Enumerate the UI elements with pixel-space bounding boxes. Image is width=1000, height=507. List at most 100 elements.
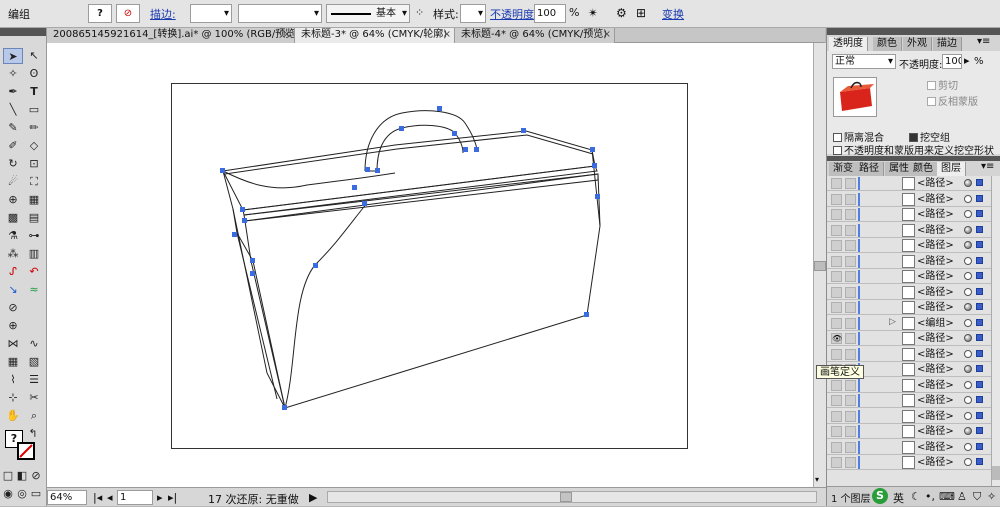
perspective-grid-tool-icon[interactable]: ▦ (24, 192, 44, 208)
tab-stroke[interactable]: 描边 (933, 37, 962, 51)
column-graph-tool-icon[interactable]: ▥ (24, 246, 44, 262)
zoom-field[interactable]: 64% (47, 490, 87, 505)
draw-behind-icon[interactable]: ◎ (15, 486, 29, 502)
crosshair-tool-icon[interactable]: ⊘ (3, 300, 23, 316)
selection-indicator[interactable] (976, 427, 983, 434)
tab-appearance[interactable]: 外观 (903, 37, 932, 51)
selection-indicator[interactable] (976, 365, 983, 372)
target-icon[interactable] (964, 225, 972, 234)
selection-indicator[interactable] (976, 225, 983, 233)
layers-menu-icon[interactable]: ▾≡ (981, 161, 994, 172)
lock-toggle[interactable] (845, 457, 856, 468)
visibility-toggle-icon[interactable] (831, 193, 842, 205)
layers-scrollbar[interactable] (991, 176, 1000, 486)
keyboard-icon[interactable]: ⌨ (939, 490, 955, 503)
shirt-icon[interactable]: ⛉ (973, 490, 981, 504)
free-transform-tool-icon[interactable]: ⛶ (24, 174, 44, 190)
last-page-icon[interactable]: ▸| (168, 491, 177, 504)
transform-link[interactable]: 变换 (662, 6, 684, 22)
layer-row[interactable]: <路径> (827, 284, 1000, 300)
gradient-fill-tool-icon[interactable]: ▧ (24, 354, 44, 370)
visibility-toggle-icon[interactable] (831, 426, 842, 437)
close-icon[interactable]: × (603, 28, 611, 42)
scroll-down-icon[interactable]: ▾ (815, 475, 819, 484)
lock-toggle[interactable] (845, 348, 856, 360)
rotate-tool-icon[interactable]: ↻ (3, 156, 23, 172)
gradient-mode-icon[interactable]: ◧ (15, 468, 29, 484)
expand-arrow-icon[interactable]: ▷ (889, 317, 896, 327)
visibility-toggle-icon[interactable] (831, 255, 842, 267)
target-icon[interactable] (964, 194, 972, 203)
visibility-toggle-icon[interactable] (831, 410, 842, 422)
tab-gradient[interactable]: 渐变 (829, 162, 858, 176)
layer-row[interactable]: <路径> (827, 253, 1000, 269)
zigzag-tool-icon[interactable]: ⌇ (3, 372, 23, 388)
target-icon[interactable] (964, 365, 972, 373)
align-icon[interactable]: ⊞ (636, 6, 646, 20)
rectangle-tool-icon[interactable]: ▭ (24, 102, 44, 118)
close-icon[interactable]: × (443, 28, 451, 42)
direct-selection-tool-icon[interactable]: ↖ (24, 48, 44, 64)
tab-pathfinder[interactable]: 路径 (855, 162, 884, 176)
lock-toggle[interactable] (845, 255, 856, 267)
target-icon[interactable] (964, 272, 972, 280)
lock-toggle[interactable] (845, 302, 856, 313)
clip-option[interactable]: 剪切 (927, 77, 958, 92)
prev-page-icon[interactable]: ◂ (107, 491, 113, 504)
invert-mask-option[interactable]: 反相蒙版 (927, 93, 978, 108)
opacity-link[interactable]: 不透明度: (490, 6, 538, 22)
target-icon[interactable] (964, 256, 972, 265)
selection-indicator[interactable] (976, 396, 983, 403)
target-icon[interactable] (964, 210, 972, 218)
visibility-toggle-icon[interactable] (831, 286, 842, 298)
selection-indicator[interactable] (976, 411, 983, 419)
magic-wand-tool-icon[interactable]: ✧ (3, 66, 23, 82)
layer-row[interactable]: <路径> (827, 393, 1000, 408)
layer-row[interactable]: <路径> (827, 176, 1000, 191)
input-method-icon[interactable]: S (872, 488, 888, 504)
selection-indicator[interactable] (976, 349, 983, 357)
lasso-tool-icon[interactable]: ʘ (24, 66, 44, 82)
lock-toggle[interactable] (845, 209, 856, 220)
user-icon[interactable]: ♙ (957, 490, 967, 503)
dot-icon[interactable]: •, (925, 490, 935, 503)
layer-row[interactable]: <路径> (827, 222, 1000, 238)
layer-row[interactable]: <路径> (827, 346, 1000, 362)
pen-tool-icon[interactable]: ✒ (3, 84, 23, 100)
panel-menu-icon[interactable]: ▾≡ (977, 36, 990, 47)
input-mode-icon[interactable]: 英 (893, 490, 904, 506)
vertical-scrollbar[interactable]: ▾ (813, 43, 826, 487)
artboard-tool-icon[interactable]: ⊹ (3, 390, 23, 406)
visibility-toggle-icon[interactable] (831, 209, 842, 220)
selection-indicator[interactable] (976, 303, 983, 310)
none-mode-icon[interactable]: ⊘ (29, 468, 43, 484)
shape-builder-tool-icon[interactable]: ⊕ (3, 192, 23, 208)
layer-row[interactable]: 👁 <路径> (827, 331, 1000, 346)
target-icon[interactable] (964, 442, 972, 451)
stroke-color-icon[interactable] (17, 442, 35, 460)
warp-tool-icon[interactable]: ☄ (3, 174, 23, 190)
visibility-toggle-icon[interactable] (831, 395, 842, 406)
status-menu-icon[interactable]: ▶ (309, 491, 317, 504)
brush-dropdown[interactable]: 基本 ▾ (326, 4, 410, 23)
screen-mode-icon[interactable]: ▭ (29, 486, 43, 502)
lock-toggle[interactable] (845, 178, 856, 189)
selection-indicator[interactable] (976, 272, 983, 279)
selection-indicator[interactable] (976, 442, 983, 450)
gear-icon[interactable]: ⚙ (616, 6, 627, 20)
list-tool-icon[interactable]: ☰ (24, 372, 44, 388)
lock-toggle[interactable] (845, 441, 856, 453)
pencil-tool-icon[interactable]: ✏ (24, 120, 44, 136)
selection-indicator[interactable] (976, 287, 983, 295)
target-icon[interactable] (964, 287, 972, 296)
lock-toggle[interactable] (845, 379, 856, 391)
layer-row[interactable]: <路径> (827, 207, 1000, 222)
page-field[interactable]: 1 (117, 490, 153, 505)
close-icon[interactable]: × (283, 28, 291, 42)
selection-indicator[interactable] (976, 194, 983, 202)
visibility-toggle-icon[interactable] (831, 271, 842, 282)
custom-blue-tool-icon[interactable]: ↘ (3, 282, 23, 298)
custom-red-tool-icon[interactable]: ᔑ (3, 264, 23, 280)
suitcase-outline-drawing[interactable] (47, 43, 813, 487)
layer-row[interactable]: <路径> (827, 439, 1000, 455)
